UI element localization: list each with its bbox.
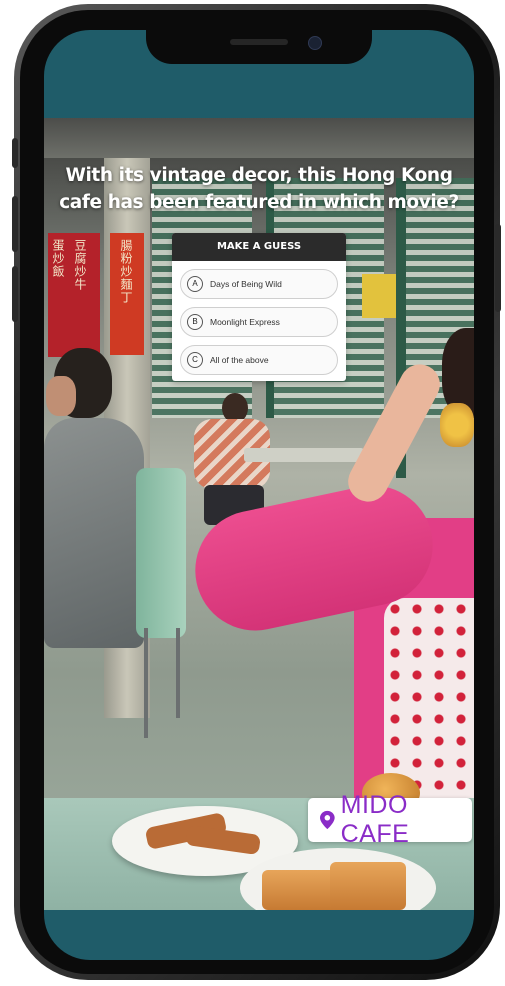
location-sticker[interactable]: MIDO CAFE xyxy=(308,791,472,848)
quiz-option-a[interactable]: A Days of Being Wild xyxy=(180,269,338,299)
location-label: MIDO CAFE xyxy=(340,791,410,848)
option-letter: B xyxy=(187,314,203,330)
silent-switch xyxy=(12,138,18,168)
green-chair xyxy=(136,468,186,638)
quiz-option-b[interactable]: B Moonlight Express xyxy=(180,307,338,337)
option-label: Moonlight Express xyxy=(210,317,280,327)
camera-icon xyxy=(308,36,322,50)
phone-screen: 蛋炒飯 豆腐炒牛 腸粉炒麵丁 With its vintage decor, t… xyxy=(44,30,474,960)
story-question: With its vintage decor, this Hong Kong c… xyxy=(59,165,459,213)
option-label: Days of Being Wild xyxy=(210,279,282,289)
red-sign: 腸粉炒麵丁 xyxy=(110,233,144,355)
sponge-cake xyxy=(330,862,406,910)
volume-down-button xyxy=(12,266,18,322)
egg-tart xyxy=(440,403,474,447)
volume-up-button xyxy=(12,196,18,252)
power-button xyxy=(495,224,501,312)
option-label: All of the above xyxy=(210,355,269,365)
location-pin-icon xyxy=(320,810,335,830)
quiz-header: MAKE A GUESS xyxy=(172,233,346,261)
option-letter: A xyxy=(187,276,203,292)
red-sign: 蛋炒飯 豆腐炒牛 xyxy=(48,233,100,357)
quiz-sticker[interactable]: MAKE A GUESS A Days of Being Wild B Moon… xyxy=(172,233,346,381)
speaker xyxy=(230,39,288,45)
notch xyxy=(146,30,372,64)
quiz-option-c[interactable]: C All of the above xyxy=(180,345,338,375)
option-letter: C xyxy=(187,352,203,368)
